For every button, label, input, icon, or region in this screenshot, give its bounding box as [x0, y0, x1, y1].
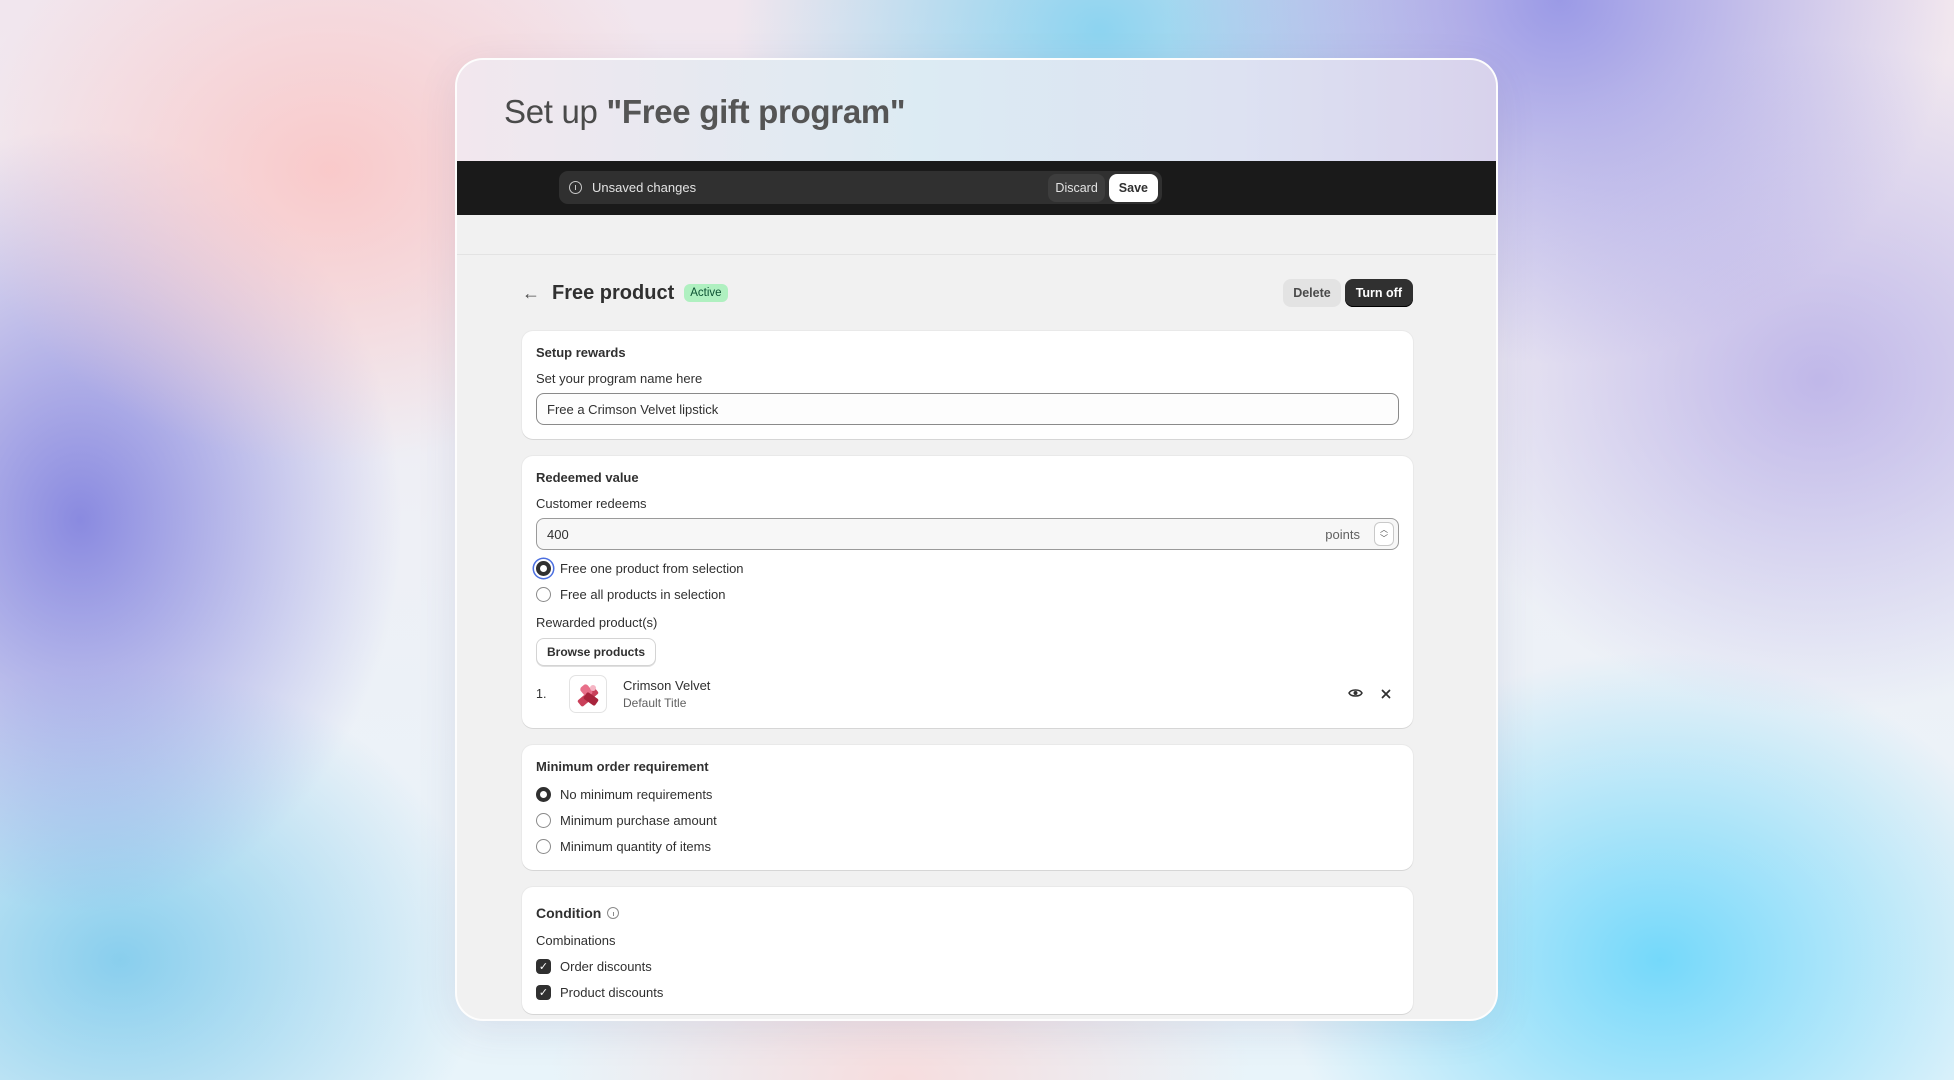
product-name: Crimson Velvet [623, 678, 711, 693]
unsaved-changes-text: Unsaved changes [592, 180, 697, 195]
stepper-down-icon[interactable]: ﹀ [1380, 534, 1388, 543]
turn-off-button[interactable]: Turn off [1344, 279, 1413, 307]
order-discounts-label: Order discounts [560, 959, 652, 974]
lipstick-image-icon [577, 684, 599, 707]
checkmark-icon[interactable]: ✓ [536, 959, 551, 974]
stepper-up-icon[interactable]: ︿ [1380, 525, 1388, 534]
points-value: 400 [547, 526, 569, 542]
page-title: Free product [552, 281, 675, 304]
window-title-prefix: Set up [504, 93, 607, 130]
condition-title: Condition [536, 905, 602, 921]
product-index: 1. [536, 687, 547, 701]
points-input[interactable]: 400 points ︿ ﹀ [536, 518, 1399, 550]
radio-unselected-icon[interactable] [536, 587, 551, 602]
info-icon [569, 181, 582, 194]
min-option-quantity-label: Minimum quantity of items [560, 839, 711, 854]
condition-card: Condition Combinations ✓ Order discounts… [522, 887, 1413, 1014]
product-discounts-checkbox-row[interactable]: ✓ Product discounts [536, 985, 1399, 1000]
order-discounts-checkbox-row[interactable]: ✓ Order discounts [536, 959, 1399, 974]
window-header: Set up "Free gift program" [457, 60, 1496, 161]
save-bar-panel: Unsaved changes Discard Save [559, 171, 1162, 204]
page-header: ← Free product Active Delete Turn off [522, 255, 1413, 331]
setup-rewards-card: Setup rewards Set your program name here… [522, 331, 1413, 439]
min-option-none[interactable]: No minimum requirements [536, 787, 1399, 802]
top-strip [457, 215, 1496, 255]
discard-button[interactable]: Discard [1048, 173, 1105, 202]
radio-selected-icon[interactable] [536, 787, 551, 802]
status-badge: Active [684, 284, 728, 302]
combinations-label: Combinations [536, 933, 616, 948]
radio-unselected-icon[interactable] [536, 813, 551, 828]
back-arrow-icon[interactable]: ← [522, 283, 546, 304]
save-bar: Unsaved changes Discard Save [457, 161, 1496, 215]
page-content: ← Free product Active Delete Turn off Se… [457, 255, 1496, 1014]
eye-icon[interactable] [1348, 686, 1363, 702]
product-actions [1348, 686, 1399, 702]
program-name-value: Free a Crimson Velvet lipstick [547, 401, 719, 417]
radio-selected-icon[interactable] [536, 561, 551, 576]
product-variant: Default Title [623, 696, 687, 710]
info-icon[interactable] [607, 907, 620, 919]
reward-option-all[interactable]: Free all products in selection [536, 587, 1399, 602]
minimum-order-card: Minimum order requirement No minimum req… [522, 745, 1413, 870]
redeemed-value-card: Redeemed value Customer redeems 400 poin… [522, 456, 1413, 728]
reward-option-one-label: Free one product from selection [560, 561, 744, 576]
product-discounts-label: Product discounts [560, 985, 664, 1000]
min-option-none-label: No minimum requirements [560, 787, 713, 802]
product-info: Crimson Velvet Default Title [623, 678, 710, 710]
lipstick-thumbnail [569, 675, 607, 713]
save-button[interactable]: Save [1108, 173, 1158, 202]
setup-rewards-title: Setup rewards [536, 345, 626, 360]
reward-option-all-label: Free all products in selection [560, 587, 726, 602]
customer-redeems-label: Customer redeems [536, 496, 647, 511]
rewarded-products-label: Rewarded product(s) [536, 615, 658, 630]
app-window: Set up "Free gift program" Unsaved chang… [455, 58, 1498, 1021]
window-title: Set up "Free gift program" [504, 93, 1496, 131]
program-name-label: Set your program name here [536, 371, 703, 386]
min-option-amount[interactable]: Minimum purchase amount [536, 813, 1399, 828]
points-stepper[interactable]: ︿ ﹀ [1374, 522, 1394, 546]
min-option-quantity[interactable]: Minimum quantity of items [536, 839, 1399, 854]
redeemed-value-title: Redeemed value [536, 470, 639, 485]
checkmark-icon[interactable]: ✓ [536, 985, 551, 1000]
reward-option-one[interactable]: Free one product from selection [536, 561, 1399, 576]
program-name-title: "Free gift program" [606, 93, 906, 130]
condition-title-row: Condition [536, 905, 1399, 921]
program-name-input[interactable]: Free a Crimson Velvet lipstick [536, 393, 1399, 425]
radio-unselected-icon[interactable] [536, 839, 551, 854]
points-suffix: points [1325, 526, 1360, 542]
min-option-amount-label: Minimum purchase amount [560, 813, 717, 828]
product-row: 1. Crimson Velvet Default Title [536, 674, 1399, 714]
minimum-order-title: Minimum order requirement [536, 759, 709, 774]
browse-products-button[interactable]: Browse products [536, 638, 657, 666]
delete-button[interactable]: Delete [1283, 279, 1341, 307]
close-icon[interactable] [1381, 686, 1391, 702]
